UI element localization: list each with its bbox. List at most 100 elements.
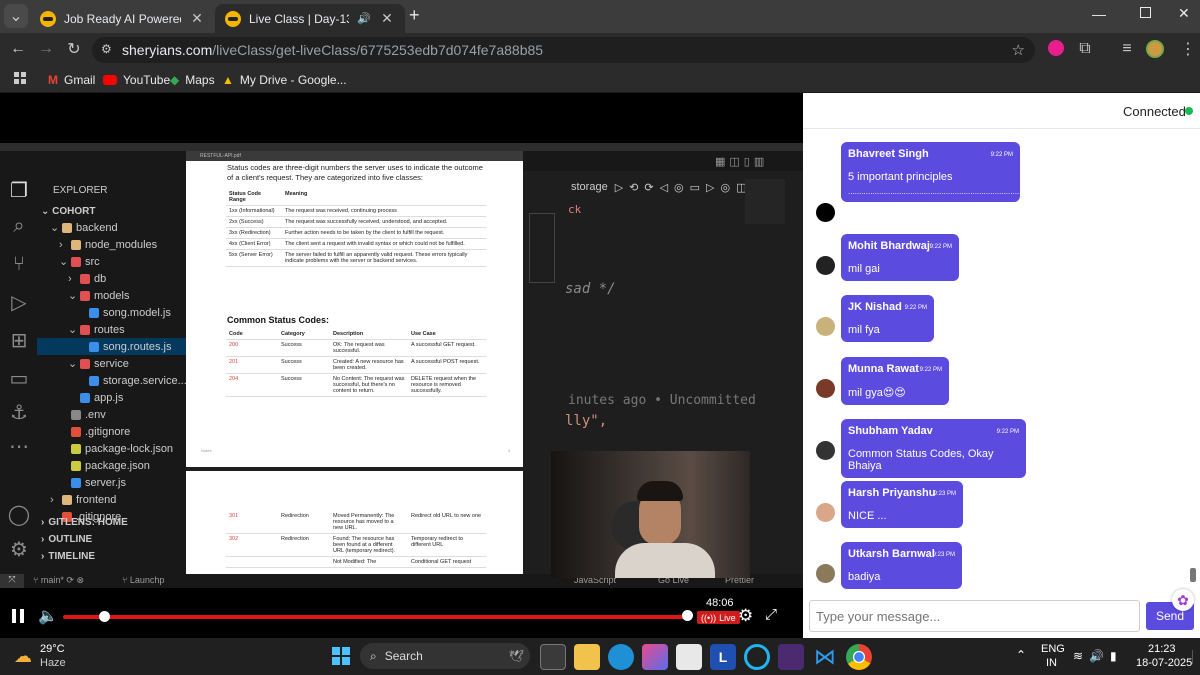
bookmark-youtube[interactable]: YouTube <box>103 70 170 90</box>
bookmark-star-icon[interactable]: ☆ <box>1012 41 1025 59</box>
fullscreen-icon[interactable]: ⤢ <box>765 606 777 623</box>
tab-job-ready[interactable]: Job Ready AI Powered Cohort: W ✕ <box>30 4 215 33</box>
chevron-icon: › <box>50 493 54 506</box>
system-tray-icons[interactable]: ≋🔊▮ <box>1073 649 1123 663</box>
code-line: ck <box>568 203 582 216</box>
tree-item-label: song.model.js <box>103 306 171 319</box>
table-cell: Success <box>278 339 330 357</box>
table-cell: The request was received, continuing pro… <box>282 205 486 217</box>
volume-icon[interactable]: 🔈 <box>38 606 58 626</box>
user-avatar <box>816 564 835 583</box>
tree-item-label: server.js <box>85 476 126 489</box>
clock-time[interactable]: 21:23 <box>1148 643 1176 655</box>
close-tab-icon[interactable]: ✕ <box>379 10 395 27</box>
bookmark-maps[interactable]: ◆ Maps <box>170 70 215 90</box>
tree-item[interactable]: package.json <box>37 457 187 474</box>
gmail-icon: M <box>48 73 58 87</box>
windows-start-icon[interactable] <box>332 647 350 665</box>
linkedin-learning-icon[interactable]: L <box>710 644 736 670</box>
chat-panel: Connected Bhavreet Singh 9:22 PM 5 importa… <box>803 93 1200 638</box>
tree-item[interactable]: ⌄ backend <box>37 219 187 236</box>
chat-time: 9:22 PM <box>929 244 952 250</box>
bookmark-gmail[interactable]: M Gmail <box>48 70 95 90</box>
progress-bar[interactable] <box>63 611 688 622</box>
extensions-icon[interactable]: ⧉ <box>1073 37 1097 61</box>
live-edge-handle[interactable] <box>682 610 693 621</box>
chat-scrollbar[interactable] <box>1190 568 1196 582</box>
tab-search-icon[interactable]: ⌄ <box>4 4 28 28</box>
tree-item-label: service <box>94 357 129 370</box>
site-info-icon[interactable]: ⚙ <box>101 42 112 56</box>
page-separator <box>186 467 523 471</box>
apps-grid-icon[interactable] <box>14 72 26 84</box>
table-cell: 201 <box>226 356 278 374</box>
reload-icon[interactable]: ↻ <box>62 37 86 61</box>
table-cell: 1xx (Informational) <box>226 205 282 217</box>
show-desktop[interactable] <box>1192 650 1196 664</box>
new-tab-button[interactable]: + <box>409 5 420 26</box>
pdf-heading: Common Status Codes: <box>227 315 330 325</box>
circle-app-icon[interactable] <box>744 644 770 670</box>
close-window-icon[interactable]: ✕ <box>1178 5 1190 22</box>
task-view-icon[interactable] <box>540 644 566 670</box>
profile-avatar[interactable] <box>1146 40 1164 58</box>
file-explorer-icon[interactable] <box>574 644 600 670</box>
store-icon[interactable] <box>676 644 702 670</box>
download-extension-icon[interactable] <box>1048 40 1064 56</box>
live-badge[interactable]: ((•)) Live <box>697 611 740 624</box>
tree-item[interactable]: ⌄ models <box>37 287 187 304</box>
tree-item[interactable]: .gitignore <box>37 423 187 440</box>
weather-temperature[interactable]: 29°C <box>40 643 65 655</box>
weather-condition[interactable]: Haze <box>40 657 66 669</box>
maximize-icon[interactable] <box>1140 7 1151 18</box>
tree-item[interactable]: › node_modules <box>37 236 187 253</box>
tree-item[interactable]: app.js <box>37 389 187 406</box>
taskbar-search[interactable]: ⌕ Search 🕊 <box>360 643 530 669</box>
tab-live-class[interactable]: Live Class | Day-131 | Mood 🔊 ✕ <box>215 4 405 33</box>
tree-item[interactable]: › db <box>37 270 187 287</box>
bookmark-drive[interactable]: ▲ My Drive - Google... <box>222 70 347 90</box>
video-player[interactable]: ❐ ⌕ ⑂ ▷ ⊞ ▭ ⚓ ⋯ ◯ ⚙ EXPLORER ⌄ COHORT ⌄ b… <box>0 93 803 638</box>
chrome-menu-icon[interactable]: ⋮ <box>1176 37 1200 61</box>
tree-item[interactable]: ⌄ src <box>37 253 187 270</box>
address-bar[interactable]: ⚙ sheryians.com/liveClass/get-liveClass/… <box>92 37 1035 63</box>
close-tab-icon[interactable]: ✕ <box>189 10 205 27</box>
forward-icon[interactable]: → <box>34 37 58 61</box>
message-input[interactable] <box>816 607 1131 625</box>
tree-item[interactable]: ⌄ service <box>37 355 187 372</box>
floating-widget-icon[interactable]: ✿ <box>1172 589 1194 611</box>
drive-icon: ▲ <box>222 73 234 87</box>
audio-playing-icon[interactable]: 🔊 <box>357 12 371 25</box>
chat-message: Shubham Yadav 9:22 PM Common Status Codes,… <box>841 419 1026 478</box>
tree-item-label: song.routes.js <box>103 340 172 353</box>
tree-item[interactable]: › frontend <box>37 491 187 508</box>
tree-item[interactable]: song.routes.js <box>37 338 187 355</box>
tree-item[interactable]: server.js <box>37 474 187 491</box>
tree-item[interactable]: package-lock.json <box>37 440 187 457</box>
edge-icon[interactable] <box>608 644 634 670</box>
table-cell: 4xx (Client Error) <box>226 238 282 250</box>
tree-item[interactable]: song.model.js <box>37 304 187 321</box>
show-hidden-icons[interactable]: ⌃ <box>1016 648 1026 662</box>
tree-item[interactable]: ⌄ routes <box>37 321 187 338</box>
visual-studio-icon[interactable] <box>778 644 804 670</box>
tree-item[interactable]: .env <box>37 406 187 423</box>
clock-date[interactable]: 18-07-2025 <box>1136 657 1192 669</box>
vscode-icon[interactable]: ⋈ <box>812 644 838 670</box>
table-cell: A successful POST request. <box>408 356 486 374</box>
settings-gear-icon[interactable]: ⚙ <box>738 606 753 626</box>
instructor-shirt <box>615 543 715 578</box>
pause-button[interactable] <box>12 609 24 623</box>
input-language[interactable]: ENG <box>1041 643 1065 655</box>
chrome-icon[interactable] <box>846 644 872 670</box>
tree-item[interactable]: storage.service... <box>37 372 187 389</box>
live-signal-icon: ((•)) <box>701 612 717 623</box>
explorer-title: EXPLORER <box>53 185 108 196</box>
media-control-icon[interactable]: ≡ <box>1115 37 1139 61</box>
copilot-icon[interactable] <box>642 644 668 670</box>
minimize-icon[interactable]: — <box>1092 6 1106 22</box>
back-icon[interactable]: ← <box>6 37 30 61</box>
js-file-icon <box>71 477 81 488</box>
weather-haze-icon[interactable]: ☁ <box>14 646 32 667</box>
input-region[interactable]: IN <box>1046 657 1057 669</box>
